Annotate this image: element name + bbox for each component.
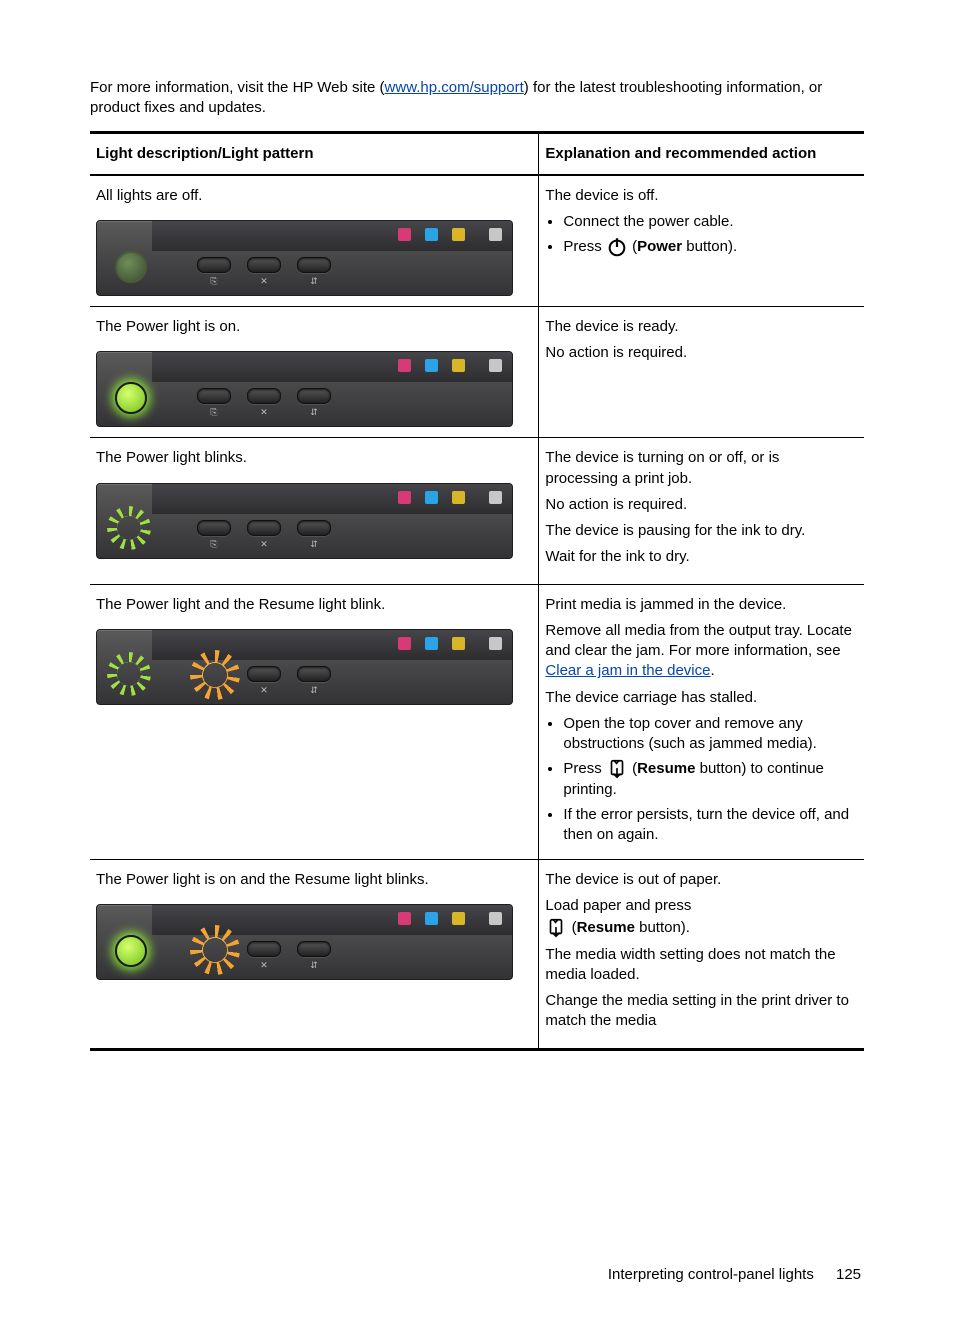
row4-p1: Print media is jammed in the device.	[545, 595, 856, 615]
panel-power-on-icon: ⎘✕⇵	[96, 351, 513, 427]
panel-power-blink-icon: ⎘✕⇵	[96, 483, 513, 559]
panel-power-on-resume-blink-icon: ✕⇵	[96, 904, 513, 980]
table-row: The Power light is on and the Resume lig…	[90, 860, 864, 1050]
row4-li3: If the error persists, turn the device o…	[563, 805, 856, 846]
row3-p4: Wait for the ink to dry.	[545, 547, 856, 567]
intro-paragraph: For more information, visit the HP Web s…	[90, 78, 864, 119]
row2-p2: No action is required.	[545, 343, 856, 363]
clear-jam-link[interactable]: Clear a jam in the device	[545, 662, 710, 679]
footer-section: Interpreting control-panel lights	[608, 1266, 814, 1283]
intro-prefix: For more information, visit the HP Web s…	[90, 79, 385, 96]
row3-p2: No action is required.	[545, 495, 856, 515]
row2-p1: The device is ready.	[545, 317, 856, 337]
row5-left-text: The Power light is on and the Resume lig…	[96, 870, 530, 890]
row1-li2: Press (Power button).	[563, 236, 856, 258]
row2-left-text: The Power light is on.	[96, 317, 530, 337]
hp-support-link[interactable]: www.hp.com/support	[385, 79, 524, 96]
panel-all-off-icon: ⎘✕⇵	[96, 220, 513, 296]
row1-actions: Connect the power cable. Press (Power bu…	[563, 212, 856, 258]
lights-table: Light description/Light pattern Explanat…	[90, 131, 864, 1051]
table-row: The Power light is on. ⎘✕⇵ The device is…	[90, 307, 864, 438]
row1-left-text: All lights are off.	[96, 186, 530, 206]
footer-page-number: 125	[836, 1265, 864, 1285]
table-row: The Power light and the Resume light bli…	[90, 584, 864, 860]
resume-icon	[545, 917, 567, 939]
row5-p2: Load paper and press (Resume button).	[545, 896, 856, 938]
row4-left-text: The Power light and the Resume light bli…	[96, 595, 530, 615]
th-right: Explanation and recommended action	[539, 132, 864, 175]
table-row: The Power light blinks. ⎘✕⇵ The device i…	[90, 438, 864, 584]
page-footer: Interpreting control-panel lights 125	[608, 1265, 864, 1285]
row3-p3: The device is pausing for the ink to dry…	[545, 521, 856, 541]
row5-p1: The device is out of paper.	[545, 870, 856, 890]
row1-li1: Connect the power cable.	[563, 212, 856, 232]
row5-p4: Change the media setting in the print dr…	[545, 991, 856, 1032]
power-icon	[606, 236, 628, 258]
table-row: All lights are off. ⎘✕⇵ The device is of…	[90, 175, 864, 307]
panel-power-resume-blink-icon: ✕⇵	[96, 629, 513, 705]
row1-p1: The device is off.	[545, 186, 856, 206]
row4-li2: Press (Resume button) to continue printi…	[563, 758, 856, 800]
resume-icon	[606, 758, 628, 780]
row3-left-text: The Power light blinks.	[96, 448, 530, 468]
row3-p1: The device is turning on or off, or is p…	[545, 448, 856, 489]
th-left: Light description/Light pattern	[90, 132, 539, 175]
row4-p2: Remove all media from the output tray. L…	[545, 621, 856, 682]
row5-p3: The media width setting does not match t…	[545, 945, 856, 986]
row4-li1: Open the top cover and remove any obstru…	[563, 714, 856, 755]
row4-actions: Open the top cover and remove any obstru…	[563, 714, 856, 845]
row4-p3: The device carriage has stalled.	[545, 688, 856, 708]
